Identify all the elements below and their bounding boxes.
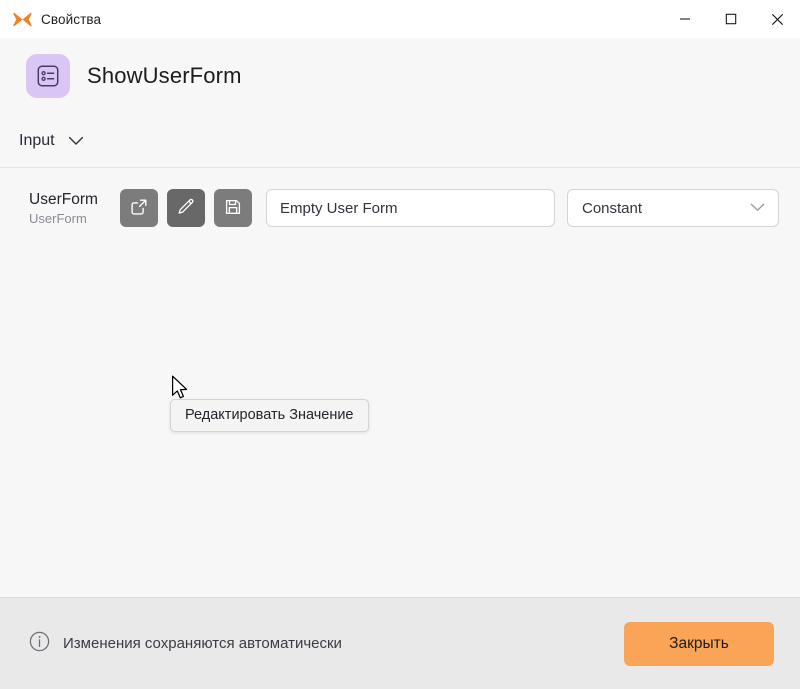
value-mode-label: Constant	[582, 199, 643, 217]
app-header: ShowUserForm	[0, 38, 800, 114]
property-labels: UserForm UserForm	[29, 190, 118, 227]
title-bar-left: Свойства	[0, 0, 101, 38]
save-value-button[interactable]	[214, 189, 252, 227]
edit-value-button[interactable]	[167, 189, 205, 227]
window-controls	[662, 0, 800, 38]
section-input-toggle[interactable]: Input	[0, 114, 800, 168]
section-label: Input	[19, 131, 55, 149]
form-icon	[26, 54, 70, 98]
close-dialog-button[interactable]: Закрыть	[624, 621, 774, 666]
property-type: UserForm	[29, 210, 87, 226]
property-action-buttons	[120, 189, 252, 227]
value-input[interactable]	[266, 189, 555, 227]
info-circle-icon	[29, 631, 50, 657]
floppy-disk-icon	[224, 198, 242, 219]
value-mode-select[interactable]: Constant	[567, 189, 779, 227]
property-row-userform: UserForm UserForm Empty User Form Consta…	[0, 168, 800, 227]
maximize-button[interactable]	[708, 0, 754, 38]
window-title: Свойства	[41, 11, 102, 27]
minimize-button[interactable]	[662, 0, 708, 38]
property-name: UserForm	[29, 190, 98, 208]
footer-bar: Изменения сохраняются автоматически Закр…	[0, 597, 800, 689]
page-title: ShowUserForm	[87, 63, 242, 88]
autosave-note-text: Изменения сохраняются автоматически	[63, 635, 342, 652]
external-link-icon	[130, 198, 148, 219]
butterfly-icon	[12, 9, 32, 29]
chevron-down-icon	[750, 199, 765, 217]
pencil-icon	[177, 198, 195, 219]
close-button[interactable]	[754, 0, 800, 38]
autosave-note: Изменения сохраняются автоматически	[29, 631, 342, 657]
open-external-button[interactable]	[120, 189, 158, 227]
properties-content: UserForm UserForm Empty User Form Consta…	[0, 168, 800, 598]
tooltip: Редактировать Значение	[170, 399, 369, 432]
tooltip-text: Редактировать Значение	[185, 407, 354, 423]
title-bar: Свойства	[0, 0, 800, 38]
chevron-down-icon	[68, 136, 84, 146]
